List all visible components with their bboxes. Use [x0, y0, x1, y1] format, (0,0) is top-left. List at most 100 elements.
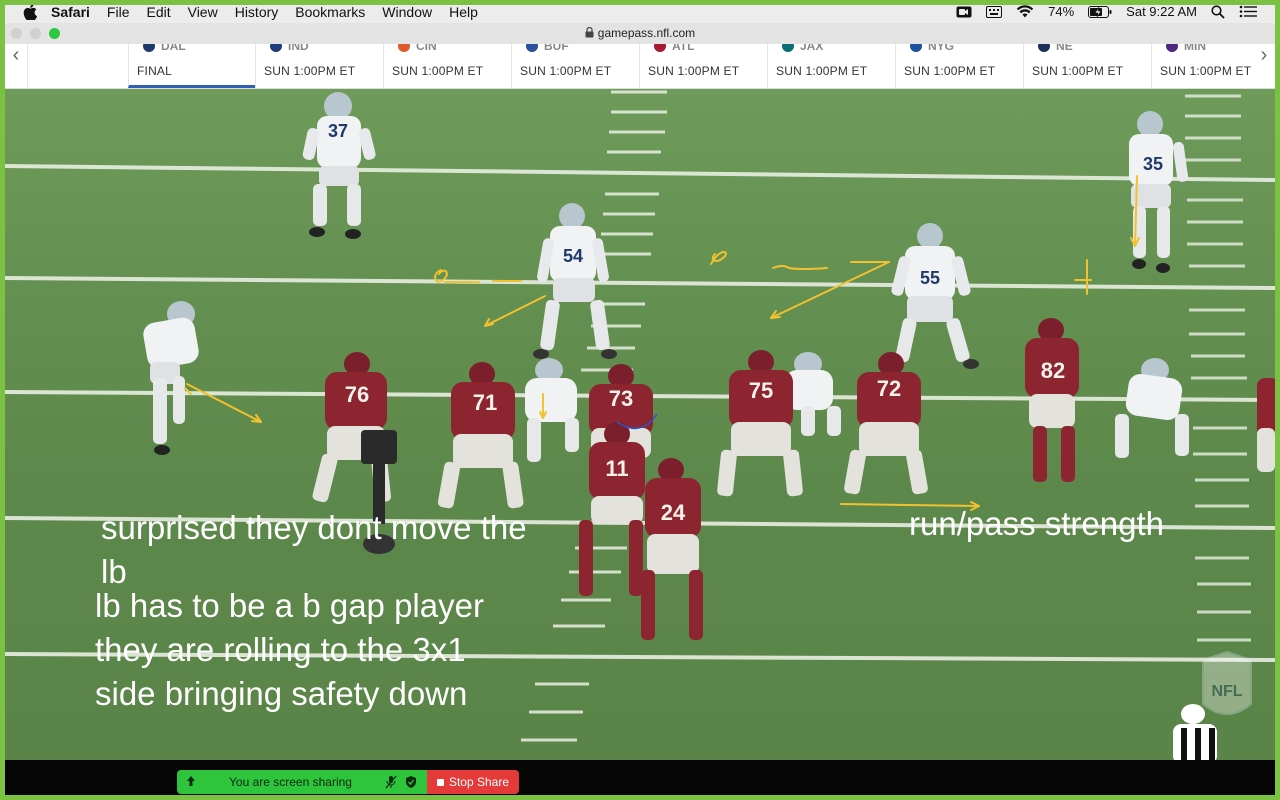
offense-82: 82 [1025, 318, 1079, 482]
notification-center-icon[interactable] [1239, 5, 1257, 18]
spotlight-search-icon[interactable] [1211, 4, 1225, 19]
jersey-number: 24 [661, 500, 686, 525]
game-card-ind[interactable]: IND SUN 1:00PM ET [255, 44, 382, 88]
game-status: FINAL [137, 64, 173, 78]
defender-left-end [143, 301, 199, 455]
game-card-cin[interactable]: CIN SUN 1:00PM ET [383, 44, 510, 88]
defender-right-end [1115, 358, 1189, 458]
stop-share-label: Stop Share [448, 775, 510, 789]
game-status: SUN 1:00PM ET [392, 64, 484, 78]
scores-prev-arrow-icon[interactable]: ‹ [5, 44, 27, 88]
game-card-ne[interactable]: NE SUN 1:00PM ET [1023, 44, 1150, 88]
apple-menu-icon[interactable] [23, 3, 37, 20]
battery-charging-icon[interactable] [1088, 5, 1112, 18]
game-team: NE [1056, 44, 1073, 52]
url-text: gamepass.nfl.com [597, 26, 696, 40]
defender-35: 35 [1129, 111, 1189, 273]
team-logo-icon [1038, 44, 1050, 52]
game-card-buf[interactable]: BUF SUN 1:00PM ET [511, 44, 638, 88]
sharing-status[interactable]: You are screen sharing [177, 770, 427, 794]
game-status: SUN 1:00PM ET [520, 64, 612, 78]
team-logo-icon [910, 44, 922, 52]
game-card-jax[interactable]: JAX SUN 1:00PM ET [767, 44, 894, 88]
team-logo-icon [782, 44, 794, 52]
game-team: IND [288, 44, 309, 52]
defender-37: 37 [302, 92, 376, 239]
team-logo-icon [1166, 44, 1178, 52]
game-card-min[interactable]: MIN SUN 1:00PM ET [1151, 44, 1251, 88]
game-status: SUN 1:00PM ET [648, 64, 740, 78]
mac-menu-bar: Safari File Edit View History Bookmarks … [5, 0, 1275, 23]
annotation-note-1-line1: surprised they dont move the [101, 509, 527, 546]
referee [1173, 704, 1217, 760]
game-card[interactable] [27, 44, 128, 88]
annotation-note-2-line2: they are rolling to the 3x1 [95, 631, 466, 668]
offense-24: 24 [641, 458, 703, 640]
annotation-note-2-line3: side bringing safety down [95, 675, 468, 712]
team-logo-icon [526, 44, 538, 52]
game-card-dal[interactable]: DAL FINAL [128, 44, 255, 88]
security-shield-icon[interactable] [405, 775, 417, 792]
menu-window[interactable]: Window [382, 4, 432, 20]
menu-view[interactable]: View [188, 4, 218, 20]
menu-edit[interactable]: Edit [146, 4, 170, 20]
offense-11: 11 [579, 422, 645, 596]
nfl-watermark-text: NFL [1211, 683, 1242, 700]
wifi-icon[interactable] [1016, 5, 1034, 18]
game-team: ATL [672, 44, 695, 52]
jersey-number: 82 [1041, 358, 1065, 383]
zoom-share-toolbar: You are screen sharing Stop Share [5, 760, 1275, 795]
nfl-watermark: NFL [1202, 650, 1252, 715]
offense-72: 72 [844, 352, 928, 495]
jersey-number: 72 [877, 376, 901, 401]
share-arrow-up-icon [185, 775, 197, 792]
menu-clock[interactable]: Sat 9:22 AM [1126, 4, 1197, 19]
offense-edge-right [1257, 378, 1275, 472]
jersey-number: 71 [473, 390, 497, 415]
zoom-camera-icon[interactable] [956, 6, 972, 18]
offense-71: 71 [437, 362, 524, 509]
menu-bookmarks[interactable]: Bookmarks [295, 4, 365, 20]
game-team: NYG [928, 44, 955, 52]
game-status: SUN 1:00PM ET [1032, 64, 1124, 78]
jersey-number: 37 [328, 121, 348, 141]
jersey-number: 73 [609, 386, 633, 411]
jersey-number: 76 [345, 382, 369, 407]
game-card-atl[interactable]: ATL SUN 1:00PM ET [639, 44, 766, 88]
defender-54: 54 [533, 203, 617, 359]
menu-file[interactable]: File [107, 4, 130, 20]
address-field[interactable]: gamepass.nfl.com [5, 26, 1275, 41]
game-card-nyg[interactable]: NYG SUN 1:00PM ET [895, 44, 1022, 88]
scores-strip: ‹ DAL FINAL IND SUN 1:00PM ET CIN SUN 1:… [5, 44, 1275, 89]
game-team: JAX [800, 44, 824, 52]
defender-55: 55 [885, 223, 979, 369]
screen-share-indicator: You are screen sharing Stop Share [177, 770, 523, 794]
microphone-muted-icon[interactable] [385, 775, 397, 792]
game-team: MIN [1184, 44, 1206, 52]
team-logo-icon [143, 44, 155, 52]
menu-help[interactable]: Help [449, 4, 478, 20]
game-team: DAL [161, 44, 186, 52]
offense-75: 75 [717, 350, 803, 497]
game-team: CIN [416, 44, 437, 52]
game-video-frame[interactable]: 37 54 55 35 76 71 73 75 72 82 11 24 NFL … [5, 88, 1275, 760]
jersey-number: 75 [749, 378, 773, 403]
game-status: SUN 1:00PM ET [776, 64, 868, 78]
game-status: SUN 1:00PM ET [264, 64, 356, 78]
annotation-run-pass-strength: run/pass strength [909, 505, 1164, 542]
scores-next-arrow-icon[interactable]: › [1253, 44, 1275, 88]
game-status: SUN 1:00PM ET [904, 64, 996, 78]
stop-share-button[interactable]: Stop Share [427, 770, 519, 794]
defender-tackle-1 [525, 358, 579, 462]
game-team: BUF [544, 44, 569, 52]
team-logo-icon [654, 44, 666, 52]
keyboard-input-icon[interactable] [986, 5, 1003, 18]
menu-history[interactable]: History [235, 4, 279, 20]
menu-safari[interactable]: Safari [51, 4, 90, 20]
jersey-number: 54 [563, 246, 583, 266]
annotation-note-2-line1: lb has to be a b gap player [95, 587, 484, 624]
browser-url-bar: gamepass.nfl.com [5, 23, 1275, 45]
lock-icon [585, 26, 594, 41]
team-logo-icon [398, 44, 410, 52]
jersey-number: 35 [1143, 154, 1163, 174]
